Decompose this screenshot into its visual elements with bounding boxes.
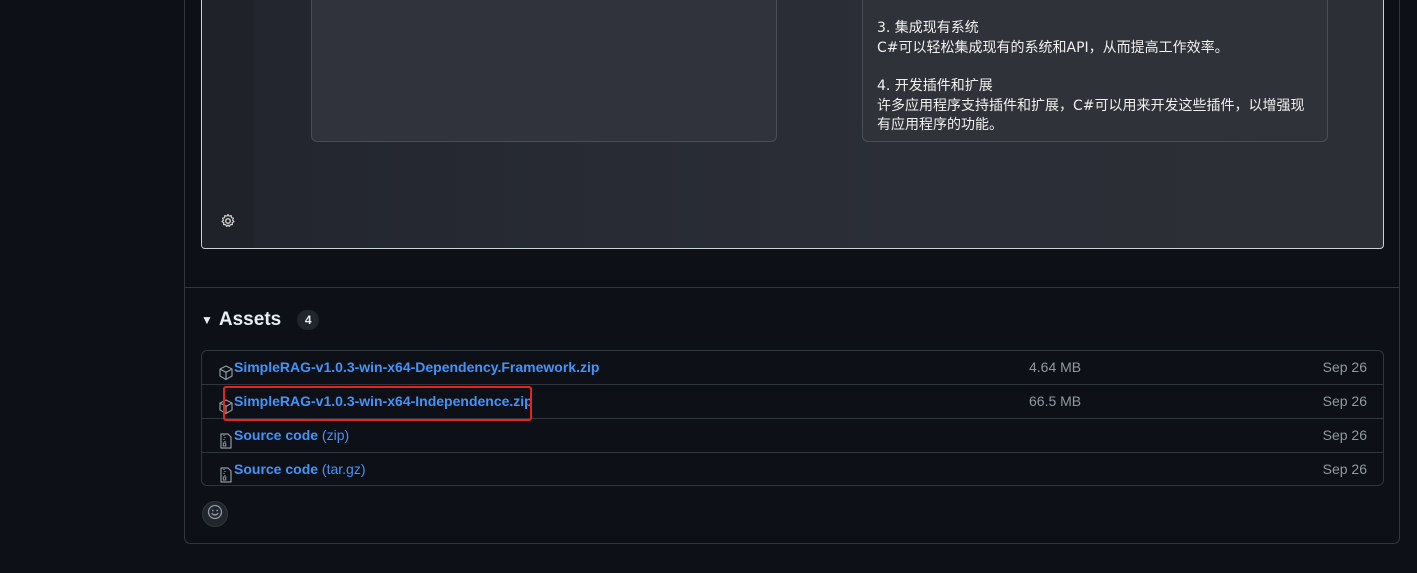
release-screenshot: 3. 集成现有系统 C#可以轻松集成现有的系统和API，从而提高工作效率。 4.… bbox=[201, 0, 1384, 249]
file-zip-icon bbox=[219, 428, 233, 449]
screenshot-panel-left bbox=[311, 0, 777, 142]
screenshot-paragraph: 3. 集成现有系统 C#可以轻松集成现有的系统和API，从而提高工作效率。 bbox=[877, 19, 1313, 58]
asset-download-link[interactable]: Source code (tar.gz) bbox=[234, 453, 366, 485]
paragraph-body: 许多应用程序支持插件和扩展，C#可以用来开发这些插件，以增强现有应用程序的功能。 bbox=[877, 97, 1305, 134]
paragraph-body: C#可以轻松集成现有的系统和API，从而提高工作效率。 bbox=[877, 39, 1229, 56]
assets-toggle[interactable]: ▼ Assets 4 bbox=[201, 308, 320, 332]
asset-name: SimpleRAG-v1.0.3-win-x64-Independence.zi… bbox=[234, 393, 533, 409]
asset-size: 4.64 MB bbox=[1029, 359, 1082, 375]
asset-suffix: (zip) bbox=[318, 427, 350, 443]
release-card: 3. 集成现有系统 C#可以轻松集成现有的系统和API，从而提高工作效率。 4.… bbox=[184, 0, 1400, 544]
screenshot-paragraph: 4. 开发插件和扩展 许多应用程序支持插件和扩展，C#可以用来开发这些插件，以增… bbox=[877, 77, 1313, 136]
add-reaction-button[interactable] bbox=[202, 501, 228, 527]
caret-down-icon: ▼ bbox=[201, 313, 213, 327]
paragraph-heading: 4. 开发插件和扩展 bbox=[877, 78, 993, 94]
asset-download-link[interactable]: Source code (zip) bbox=[234, 419, 349, 452]
assets-count-badge: 4 bbox=[297, 310, 320, 330]
asset-download-link[interactable]: SimpleRAG-v1.0.3-win-x64-Dependency.Fram… bbox=[234, 351, 599, 384]
asset-name: Source code bbox=[234, 427, 319, 443]
package-icon bbox=[219, 394, 233, 415]
asset-date: Sep 26 bbox=[1322, 461, 1367, 477]
asset-download-link[interactable]: SimpleRAG-v1.0.3-win-x64-Independence.zi… bbox=[234, 385, 533, 418]
asset-suffix: (tar.gz) bbox=[318, 461, 366, 477]
asset-date: Sep 26 bbox=[1322, 359, 1367, 375]
asset-row: Source code (zip) Sep 26 bbox=[202, 419, 1383, 453]
assets-list: SimpleRAG-v1.0.3-win-x64-Dependency.Fram… bbox=[201, 350, 1384, 486]
package-icon bbox=[219, 360, 233, 381]
asset-name: SimpleRAG-v1.0.3-win-x64-Dependency.Fram… bbox=[234, 359, 600, 375]
screenshot-panel-right: 3. 集成现有系统 C#可以轻松集成现有的系统和API，从而提高工作效率。 4.… bbox=[862, 0, 1328, 142]
gear-icon[interactable] bbox=[220, 213, 236, 229]
file-zip-icon bbox=[219, 462, 233, 483]
asset-date: Sep 26 bbox=[1322, 393, 1367, 409]
assets-title: Assets bbox=[218, 309, 282, 330]
asset-row: Source code (tar.gz) Sep 26 bbox=[202, 453, 1383, 485]
asset-row: SimpleRAG-v1.0.3-win-x64-Dependency.Fram… bbox=[202, 351, 1383, 385]
asset-row: SimpleRAG-v1.0.3-win-x64-Independence.zi… bbox=[202, 385, 1383, 419]
asset-name: Source code bbox=[234, 461, 319, 477]
smiley-icon bbox=[207, 504, 223, 525]
screenshot-sidebar bbox=[202, 0, 254, 248]
asset-size: 66.5 MB bbox=[1029, 393, 1082, 409]
section-divider bbox=[185, 287, 1399, 288]
paragraph-heading: 3. 集成现有系统 bbox=[877, 20, 979, 36]
asset-date: Sep 26 bbox=[1322, 427, 1367, 443]
